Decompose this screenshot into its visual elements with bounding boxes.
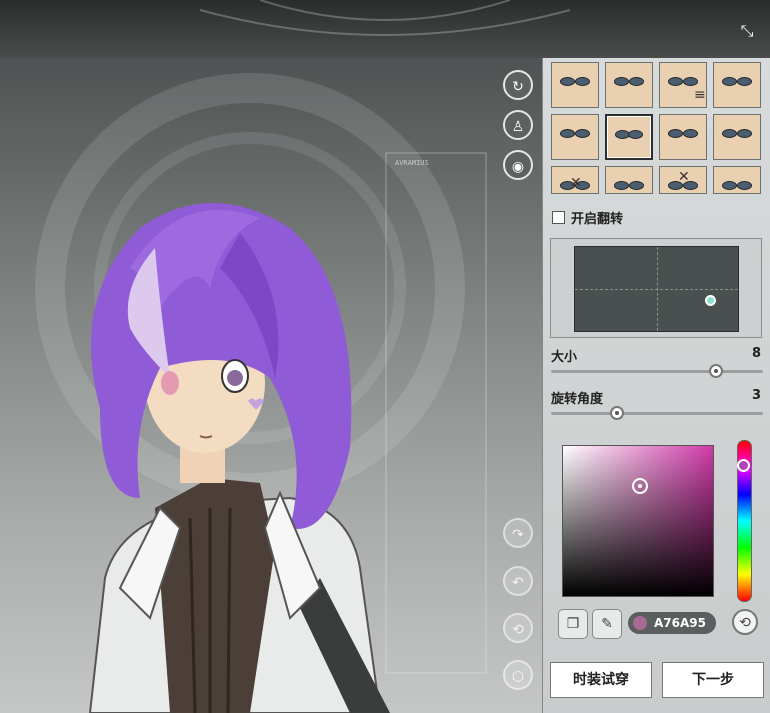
try-outfit-button[interactable]: 时装试穿 (550, 662, 652, 698)
next-step-button[interactable]: 下一步 (662, 662, 764, 698)
rotation-label: 旋转角度 (551, 392, 604, 407)
collapse-icon[interactable]: ⤡ (738, 22, 756, 40)
position-pad[interactable] (574, 246, 739, 332)
copy-color-icon[interactable]: ❐ (558, 609, 588, 639)
character-viewport[interactable]: AVRAMIUS ↻ ♙ ◉ ↷ ↶ ⟲ ⬡ (0, 58, 542, 713)
cube-icon[interactable]: ⬡ (503, 660, 533, 690)
mark-option[interactable] (605, 166, 653, 194)
size-value: 8 (751, 346, 761, 361)
color-picker-handle[interactable] (632, 478, 648, 494)
mark-option[interactable]: ✕ (659, 166, 707, 194)
size-slider-knob[interactable] (709, 364, 724, 378)
mark-option[interactable] (713, 166, 761, 194)
rotate-view-icon[interactable]: ↻ (503, 70, 533, 100)
mark-option[interactable]: ✕ (551, 166, 599, 194)
paste-color-icon[interactable]: ✎ (592, 609, 622, 639)
mark-option-selected[interactable] (605, 114, 653, 160)
color-swatch (633, 616, 647, 630)
color-hex-value: A76A95 (654, 616, 706, 630)
pad-v-guide (657, 247, 658, 331)
mark-option[interactable]: ≡ (659, 62, 707, 108)
size-slider[interactable] (551, 364, 763, 378)
redo-icon[interactable]: ↷ (503, 518, 533, 548)
flip-checkbox[interactable] (552, 211, 565, 224)
reset-icon[interactable]: ⟲ (503, 613, 533, 643)
hue-slider[interactable] (737, 440, 752, 602)
color-hex-field[interactable]: A76A95 (628, 612, 716, 634)
mark-option[interactable] (605, 62, 653, 108)
rotation-slider[interactable] (551, 406, 763, 420)
mark-option[interactable] (551, 114, 599, 160)
hue-slider-knob[interactable] (737, 459, 750, 472)
reset-color-icon[interactable]: ⟲ (732, 609, 758, 635)
flip-label: 开启翻转 (571, 212, 624, 227)
top-bar: ⤡ (0, 0, 770, 58)
character-icon[interactable]: ♙ (503, 110, 533, 140)
mark-option[interactable] (713, 62, 761, 108)
rotation-value: 3 (751, 388, 761, 403)
mark-option[interactable] (713, 114, 761, 160)
mark-option[interactable] (551, 62, 599, 108)
color-saturation-picker[interactable] (562, 445, 714, 597)
position-pad-frame (550, 238, 762, 338)
undo-icon[interactable]: ↶ (503, 566, 533, 596)
rotation-slider-knob[interactable] (609, 406, 624, 420)
eye-icon[interactable]: ◉ (503, 150, 533, 180)
position-handle[interactable] (705, 295, 716, 306)
size-label: 大小 (551, 350, 578, 365)
flip-toggle[interactable]: 开启翻转 (552, 208, 623, 227)
ornament-decoration (199, 0, 571, 36)
mark-option[interactable] (659, 114, 707, 160)
character-model (88, 203, 390, 713)
customization-panel: ≡ ✕ ✕ 开启翻转 大小 8 旋转角度 3 ❐ ✎ A76A95 ⟲ 时装试穿… (542, 58, 770, 713)
